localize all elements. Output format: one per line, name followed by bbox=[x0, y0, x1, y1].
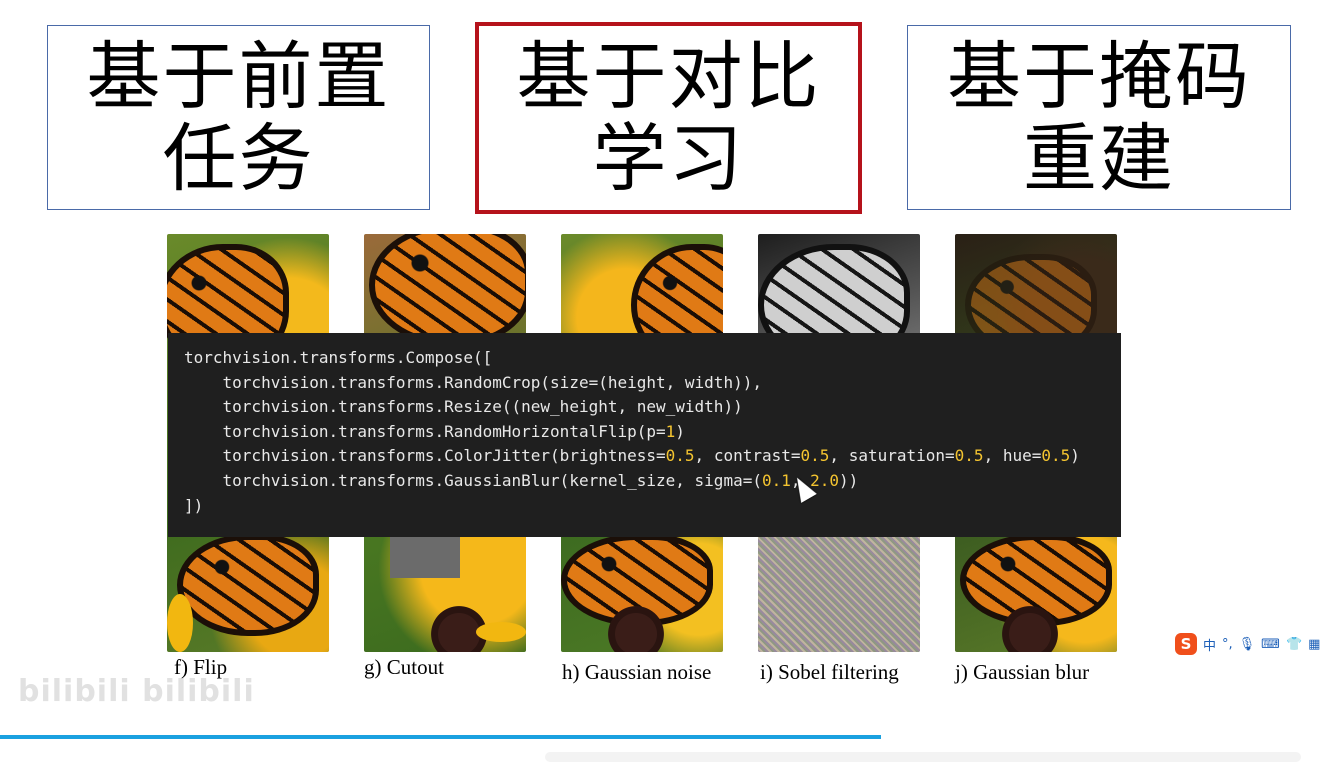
punctuation-icon[interactable]: °, bbox=[1222, 637, 1233, 652]
grid-icon[interactable]: ▦ bbox=[1308, 637, 1320, 652]
method-title: 基于掩码 重建 bbox=[947, 33, 1251, 202]
keyboard-icon[interactable]: ⌨ bbox=[1261, 637, 1280, 652]
method-box-masked-reconstruction: 基于掩码 重建 bbox=[907, 25, 1291, 210]
bilibili-watermark: bilibili bilibili bbox=[18, 674, 255, 709]
bottom-panel bbox=[545, 752, 1301, 762]
code-line: torchvision.transforms.GaussianBlur(kern… bbox=[184, 470, 859, 490]
method-box-contrastive-learning: 基于对比 学习 bbox=[475, 22, 862, 214]
code-line: torchvision.transforms.Resize((new_heigh… bbox=[184, 397, 743, 417]
code-line: torchvision.transforms.ColorJitter(brigh… bbox=[184, 446, 1080, 466]
code-line: torchvision.transforms.RandomHorizontalF… bbox=[184, 421, 685, 441]
caption-gaussian-noise: h) Gaussian noise bbox=[562, 660, 712, 684]
code-line: torchvision.transforms.RandomCrop(size=(… bbox=[184, 372, 762, 392]
caption-cutout: g) Cutout bbox=[364, 655, 444, 679]
code-block: torchvision.transforms.Compose([ torchvi… bbox=[168, 333, 1121, 537]
caption-gaussian-blur: j) Gaussian blur bbox=[955, 660, 1090, 684]
video-progress-bar[interactable] bbox=[0, 735, 882, 739]
shirt-icon[interactable]: 👕 bbox=[1286, 637, 1302, 652]
ime-toolbar[interactable]: S 中 °, 🎙 ⌨ 👕 ▦ bbox=[1175, 632, 1320, 656]
method-box-pretext-task: 基于前置 任务 bbox=[47, 25, 430, 210]
method-title: 基于前置 任务 bbox=[86, 33, 391, 202]
microphone-icon[interactable]: 🎙 bbox=[1239, 637, 1256, 652]
ime-logo-icon[interactable]: S bbox=[1175, 633, 1197, 655]
method-title: 基于对比 学习 bbox=[516, 34, 821, 202]
caption-sobel-filtering: i) Sobel filtering bbox=[760, 660, 899, 684]
code-line: torchvision.transforms.Compose([ bbox=[184, 348, 493, 367]
code-line: ]) bbox=[184, 495, 204, 515]
ime-language-label[interactable]: 中 bbox=[1203, 635, 1216, 654]
